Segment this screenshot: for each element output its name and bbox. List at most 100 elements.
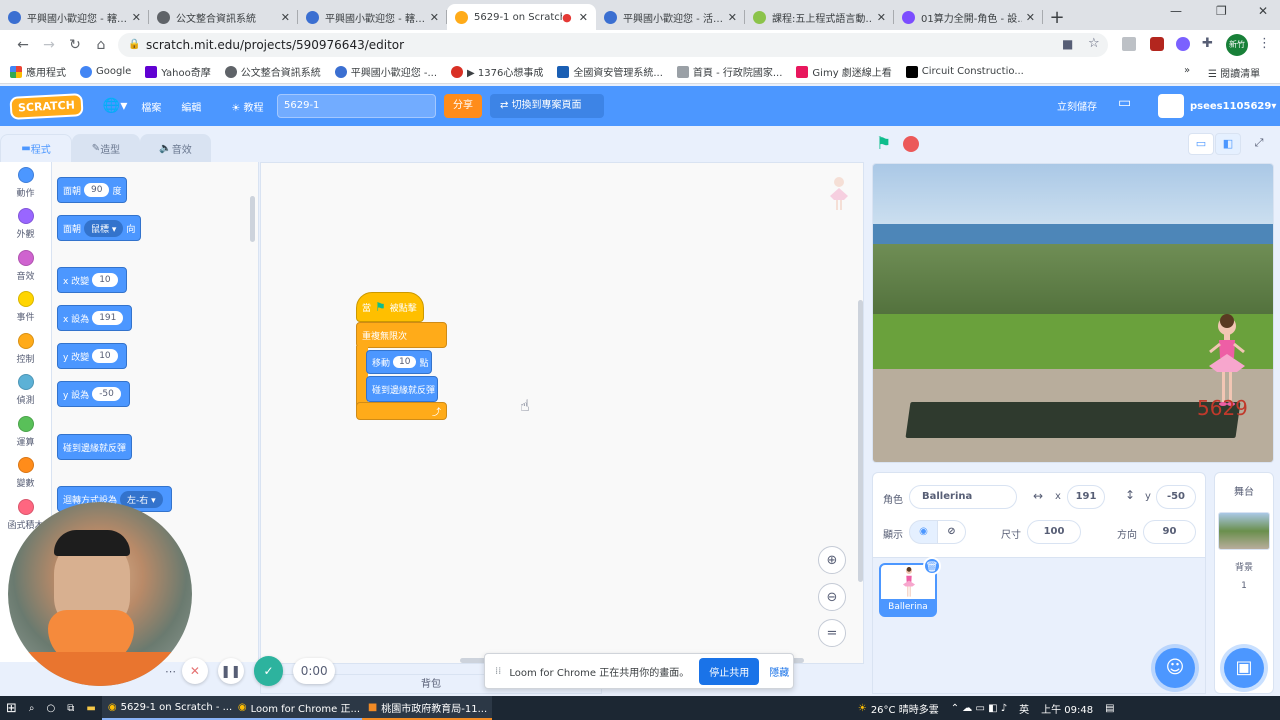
back-icon[interactable]: ←: [10, 37, 36, 53]
choose-sprite-button[interactable]: ☺: [1155, 648, 1195, 688]
tutorials-button[interactable]: ☀ 教程: [231, 99, 263, 114]
tray-icons[interactable]: ⌃ ☁ ▭ ◧ ♪: [945, 696, 1013, 720]
close-tab-icon[interactable]: ✕: [281, 11, 290, 24]
sprite-name-input[interactable]: Ballerina: [909, 485, 1017, 509]
see-project-page-button[interactable]: ⇄ 切換到專案頁面: [490, 94, 604, 118]
show-sprite-button[interactable]: ◉: [909, 520, 938, 544]
direction-input[interactable]: 90: [1143, 520, 1196, 544]
palette-scrollbar[interactable]: [250, 196, 255, 242]
browser-tab[interactable]: 課程:五上程式語言動… ✕: [745, 4, 894, 30]
tab-costumes[interactable]: ✎ 造型: [72, 134, 140, 162]
profile-avatar[interactable]: 新竹: [1226, 34, 1248, 56]
more-icon[interactable]: ⋯: [165, 665, 176, 678]
menu-icon[interactable]: ⋮: [1258, 36, 1271, 51]
bookmark-item[interactable]: Circuit Constructio...: [905, 65, 1024, 78]
reading-list-button[interactable]: ☰ 閱讀清單: [1208, 65, 1260, 80]
normal-stage-button[interactable]: ◧: [1215, 133, 1241, 155]
block-bounce-on-edge[interactable]: 碰到邊緣就反彈: [57, 434, 133, 460]
edit-menu[interactable]: 編輯: [181, 99, 201, 114]
bookmark-item[interactable]: 平興國小歡迎您 -...: [334, 64, 437, 79]
green-flag-button[interactable]: ⚑: [876, 134, 891, 154]
ime-indicator[interactable]: 英: [1013, 696, 1035, 720]
minimize-icon[interactable]: —: [1170, 4, 1182, 18]
tab-sounds[interactable]: 🔈 音效: [140, 134, 211, 162]
category-control[interactable]: 控制: [0, 328, 51, 370]
extension-icon[interactable]: [1150, 37, 1164, 51]
close-tab-icon[interactable]: ✕: [728, 11, 737, 24]
forward-icon[interactable]: →: [36, 37, 62, 53]
close-tab-icon[interactable]: ✕: [132, 11, 141, 24]
bookmark-item[interactable]: 公文整合資訊系統: [224, 64, 321, 79]
category-sensing[interactable]: 偵測: [0, 370, 51, 412]
move-steps-block[interactable]: 移動 10 點: [366, 350, 432, 374]
block-set-y[interactable]: y 設為 -50: [57, 381, 130, 407]
delete-sprite-button[interactable]: 🗑: [923, 557, 941, 575]
choose-backdrop-button[interactable]: ▣: [1224, 648, 1264, 688]
bookmark-item[interactable]: 應用程式: [10, 64, 66, 79]
category-motion[interactable]: 動作: [0, 162, 51, 204]
stop-button[interactable]: [903, 136, 919, 152]
block-change-y[interactable]: y 改變 10: [57, 343, 127, 369]
block-set-x[interactable]: x 設為 191: [57, 305, 133, 331]
taskbar-app-edu[interactable]: ■ 桃園市政府教育局-11...: [361, 696, 492, 720]
bounce-block[interactable]: 碰到邊緣就反彈: [366, 376, 438, 402]
block-input[interactable]: -50: [92, 387, 121, 401]
zoom-in-button[interactable]: ⊕: [818, 546, 846, 574]
scratch-logo[interactable]: SCRATCH: [9, 92, 84, 120]
notification-icon[interactable]: ▤: [1099, 696, 1120, 720]
bookmark-item[interactable]: Yahoo奇摩: [145, 64, 211, 79]
close-tab-icon[interactable]: ✕: [430, 11, 439, 24]
task-view-icon[interactable]: ⧉: [61, 696, 80, 720]
start-icon[interactable]: ⊞: [0, 696, 23, 720]
bookmark-item[interactable]: Gimy 劇迷線上看: [796, 64, 892, 79]
extension-icon[interactable]: [1176, 37, 1190, 51]
block-input[interactable]: 90: [84, 183, 110, 197]
category-looks[interactable]: 外觀: [0, 204, 51, 246]
home-icon[interactable]: ⌂: [88, 37, 114, 53]
bookmark-star-icon[interactable]: ☆: [1088, 36, 1100, 51]
extension-icon[interactable]: [1122, 37, 1136, 51]
fullscreen-button[interactable]: ⤢: [1246, 133, 1272, 155]
zoom-out-button[interactable]: ⊖: [818, 583, 846, 611]
close-tab-icon[interactable]: ✕: [877, 11, 886, 24]
category-events[interactable]: 事件: [0, 287, 51, 329]
size-input[interactable]: 100: [1027, 520, 1081, 544]
y-position-input[interactable]: -50: [1156, 485, 1196, 509]
block-change-x[interactable]: x 改變 10: [57, 267, 127, 293]
file-explorer-icon[interactable]: ▬: [80, 696, 101, 720]
script-vertical-scrollbar[interactable]: [858, 300, 863, 582]
category-variables[interactable]: 變數: [0, 453, 51, 495]
browser-tab[interactable]: 平興國小歡迎您 - 轄… ✕: [298, 4, 447, 30]
browser-tab[interactable]: 01算力全開-角色 - 設… ✕: [894, 4, 1043, 30]
bookmark-item[interactable]: ▶ 1376心想事成: [451, 64, 543, 79]
close-tab-icon[interactable]: ✕: [1026, 11, 1035, 24]
url-input[interactable]: 🔒 scratch.mit.edu/projects/590976643/edit…: [118, 33, 1108, 57]
block-input[interactable]: 10: [92, 273, 118, 287]
my-stuff-folder-icon[interactable]: ▭: [1118, 95, 1131, 111]
category-operators[interactable]: 運算: [0, 411, 51, 453]
close-tab-icon[interactable]: ✕: [579, 11, 588, 24]
tab-code[interactable]: ▬ 程式: [0, 134, 72, 162]
finish-recording-button[interactable]: ✓: [253, 656, 284, 686]
bookmark-item[interactable]: 首頁 - 行政院國家...: [676, 64, 782, 79]
language-menu[interactable]: 🌐▾: [103, 98, 127, 114]
browser-tab[interactable]: 平興國小歡迎您 - 活… ✕: [596, 4, 745, 30]
block-input[interactable]: 191: [92, 311, 124, 325]
block-point-in-direction[interactable]: 面朝 90 度: [57, 177, 128, 203]
weather-widget[interactable]: ☀ 26°C 晴時多雲: [852, 696, 945, 720]
category-sound[interactable]: 音效: [0, 245, 51, 287]
cortana-icon[interactable]: ○: [41, 696, 62, 720]
close-window-icon[interactable]: ✕: [1258, 4, 1268, 18]
search-icon[interactable]: ⌕: [23, 696, 41, 720]
project-title-input[interactable]: 5629-1: [277, 94, 436, 118]
pause-recording-button[interactable]: ❚❚: [217, 658, 244, 684]
browser-tab[interactable]: 平興國小歡迎您 - 轄… ✕: [0, 4, 149, 30]
bookmark-item[interactable]: Google: [80, 65, 131, 78]
taskbar-app-chrome[interactable]: ◉ 5629-1 on Scratch - ...: [101, 696, 232, 720]
forever-block[interactable]: 重複無限次: [356, 322, 447, 348]
camera-icon[interactable]: ■: [1062, 37, 1073, 51]
hide-sprite-button[interactable]: ⊘: [937, 520, 966, 544]
puzzle-extensions-icon[interactable]: ✚: [1202, 36, 1213, 51]
x-position-input[interactable]: 191: [1067, 485, 1105, 509]
script-area[interactable]: [260, 162, 864, 664]
